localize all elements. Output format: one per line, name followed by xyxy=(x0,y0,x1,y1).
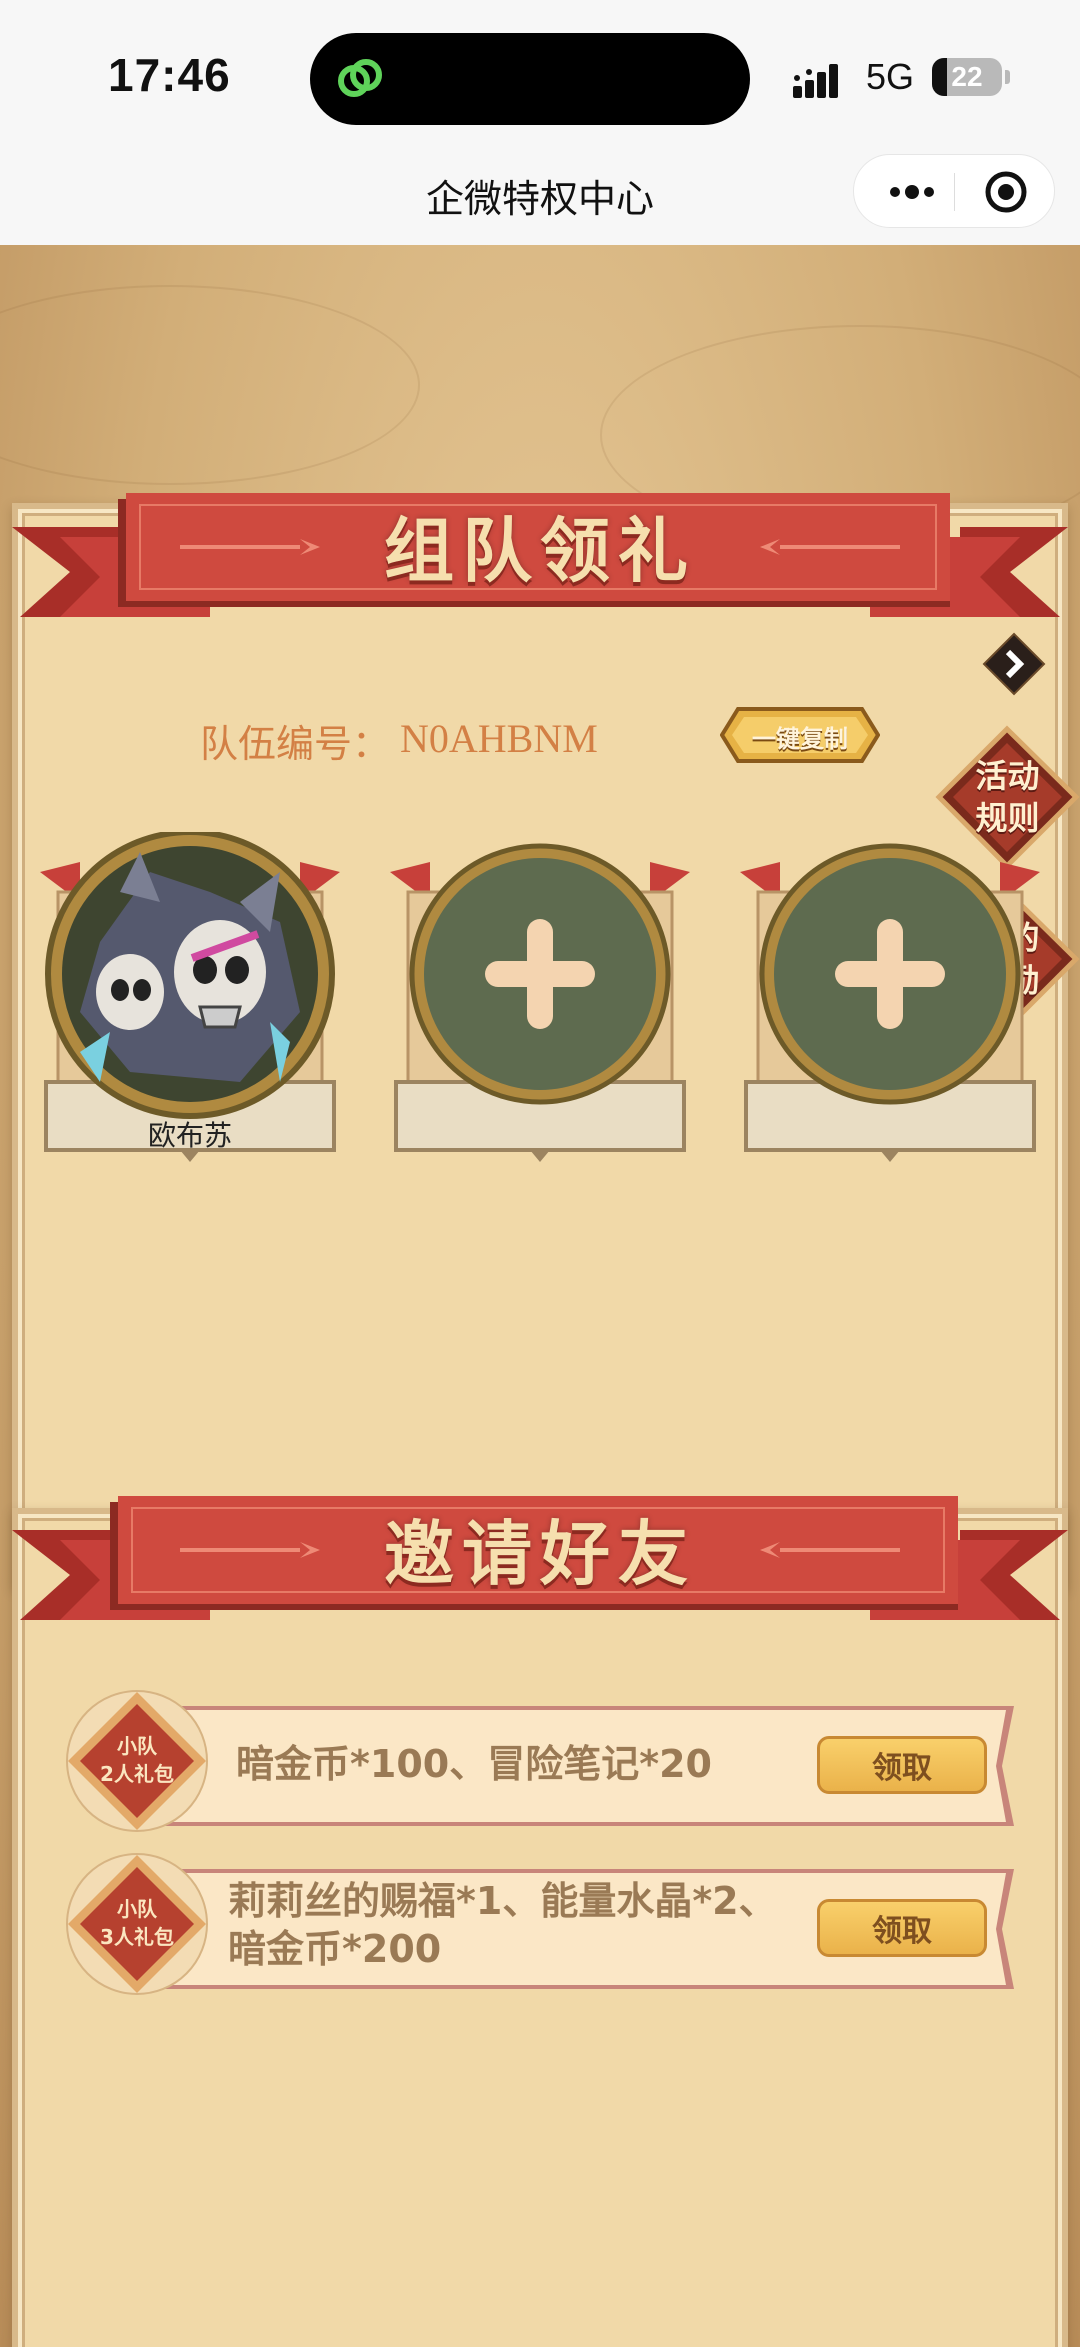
battery-percent: 22 xyxy=(951,61,983,92)
wecom-link-icon xyxy=(338,59,382,97)
team-id-value: N0AHBNM xyxy=(400,716,598,761)
rules-label-1: 活动 xyxy=(975,757,1040,795)
reward-badge-line-2: 3人礼包 xyxy=(100,1925,174,1949)
target-close-icon xyxy=(985,171,1027,213)
status-bar: 17:46 5G 22 xyxy=(0,0,1080,150)
reward-badge: 小队 2人礼包 xyxy=(62,1686,212,1836)
capsule-divider xyxy=(954,173,955,211)
miniprogram-capsule xyxy=(853,154,1055,228)
reward-badge-line-1: 小队 xyxy=(117,1897,157,1921)
dynamic-island xyxy=(310,33,750,125)
nav-bar: 企微特权中心 xyxy=(0,150,1080,245)
battery-tip xyxy=(1005,70,1010,84)
battery-icon: 22 xyxy=(932,58,1002,96)
team-member-slot-2[interactable] xyxy=(390,832,690,1172)
close-button[interactable] xyxy=(958,155,1054,229)
claim-3-person-button[interactable]: 领取 xyxy=(817,1899,987,1957)
reward-badge-line-1: 小队 xyxy=(117,1734,157,1758)
copy-button-label: 一键复制 xyxy=(752,725,848,753)
add-member-plus-icon xyxy=(485,919,595,1029)
team-id-label: 队伍编号： xyxy=(200,722,391,766)
invite-section-title: 邀请好友 xyxy=(384,1513,696,1595)
add-member-plus-icon xyxy=(835,919,945,1029)
more-dots-icon xyxy=(890,185,934,199)
team-section-title: 组队领礼 xyxy=(384,510,696,592)
reward-row-3-person: 小队 3人礼包 莉莉丝的赐福*1、能量水晶*2、 暗金币*200 领取 xyxy=(62,1853,1022,2003)
reward-row-2-person: 小队 2人礼包 暗金币*100、冒险笔记*20 领取 xyxy=(62,1690,1022,1840)
reward-items-line-1: 莉莉丝的赐福*1、能量水晶*2、 xyxy=(228,1879,777,1923)
reward-badge-line-2: 2人礼包 xyxy=(100,1762,174,1786)
team-member-slot-3[interactable] xyxy=(740,832,1040,1172)
team-member-slot-1[interactable]: 欧布苏 xyxy=(40,832,340,1172)
member-name: 欧布苏 xyxy=(147,1119,232,1152)
map-decoration xyxy=(0,285,420,485)
reward-badge: 小队 3人礼包 xyxy=(62,1849,212,1999)
game-content: 组队领礼 队伍编号： N0AHBNM 一键复制 活动 规则 我的 奖励 xyxy=(0,245,1080,2347)
more-button[interactable] xyxy=(872,155,952,229)
claim-2-person-button[interactable]: 领取 xyxy=(817,1736,987,1794)
network-type: 5G xyxy=(866,56,915,97)
signal-icon xyxy=(793,64,838,98)
copy-team-id-button[interactable]: 一键复制 xyxy=(720,705,880,765)
reward-items: 暗金币*100、冒险笔记*20 xyxy=(236,1742,712,1786)
expand-arrow-button[interactable] xyxy=(982,632,1046,696)
status-time: 17:46 xyxy=(108,49,231,101)
reward-items-line-2: 暗金币*200 xyxy=(228,1927,442,1971)
